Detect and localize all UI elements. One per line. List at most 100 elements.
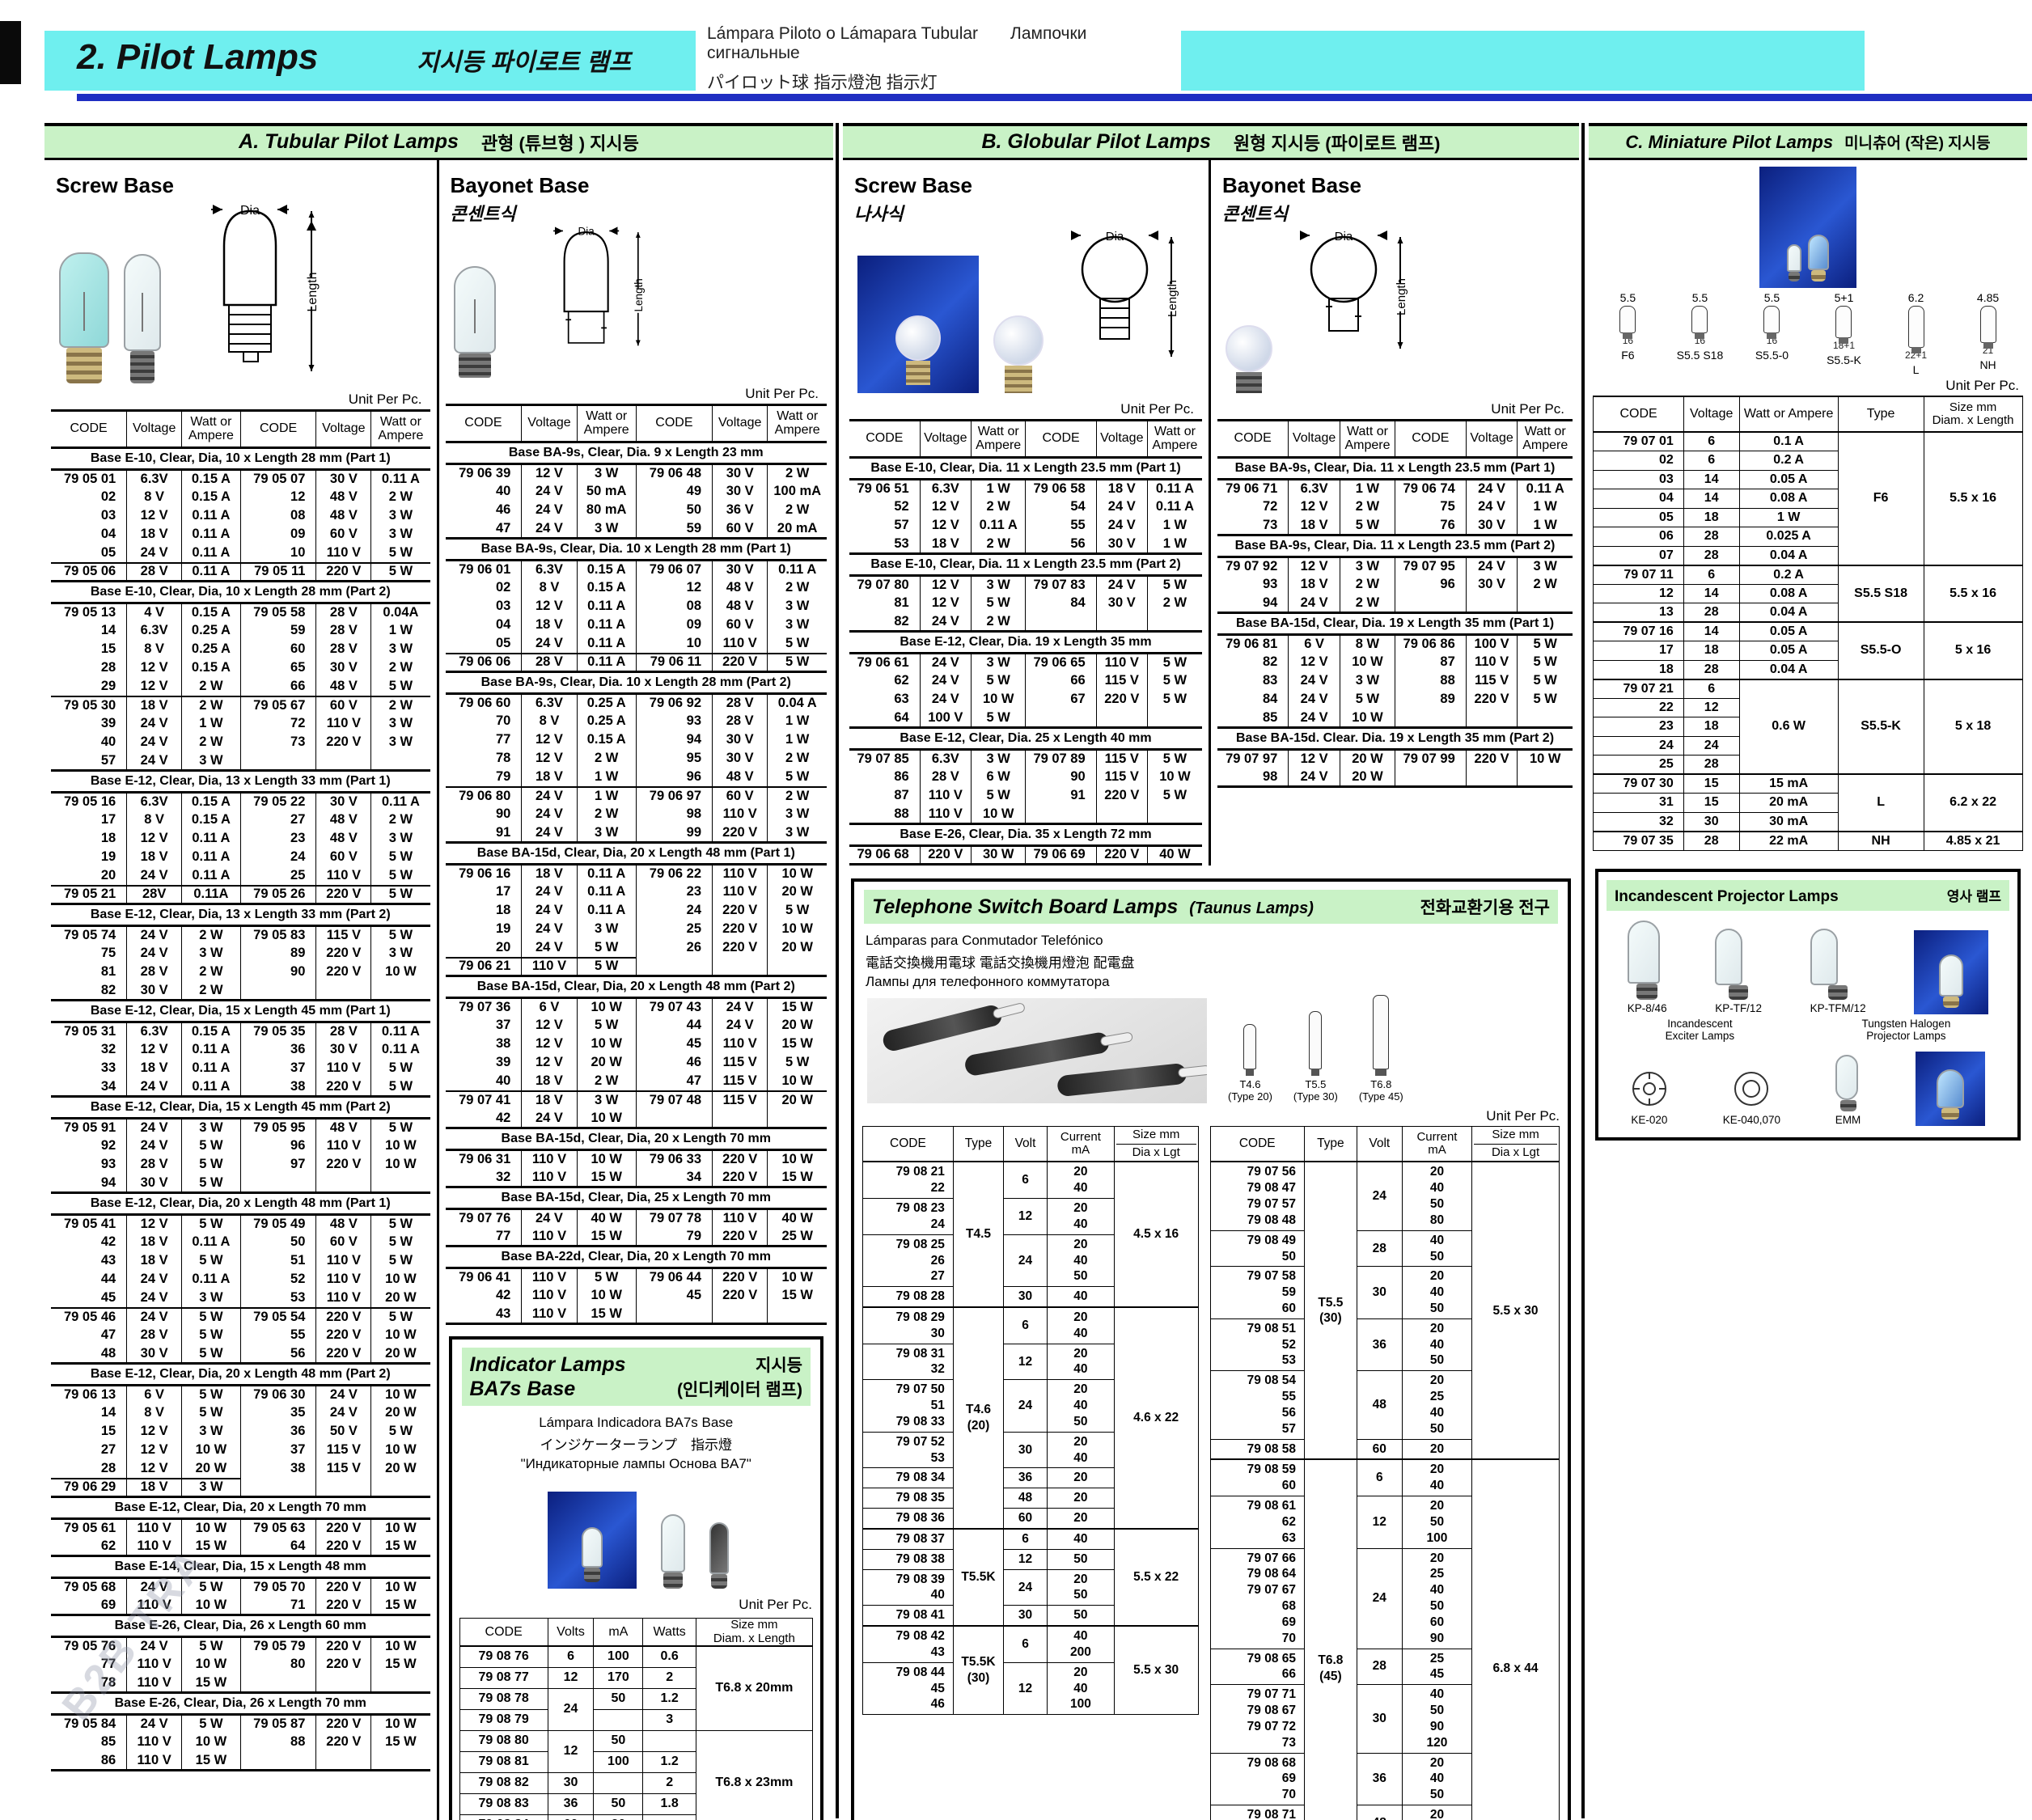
telephone-table-right: CODETypeVoltCurrentmASize mmDia x Lgt79 … — [1210, 1126, 1560, 1820]
voltage-cell: 28 — [1683, 527, 1739, 547]
watt-cell: 5 W — [971, 595, 1026, 613]
column-header: CODE — [1594, 396, 1683, 432]
volts-cell: 60 — [548, 1814, 594, 1820]
table-row: 9430 V5 W — [51, 1175, 430, 1193]
table-row: 0418 V0.11 A0960 V3 W — [446, 616, 828, 635]
voltage-cell: 110 V — [316, 1289, 371, 1308]
code-cell: 79 06 16 — [446, 865, 522, 883]
watt-cell: 0.11 A — [577, 902, 636, 921]
table-row: 79 07 2160.6 WS5.5-K5 x 18 — [1594, 679, 2022, 699]
code-cell: 79 05 74 — [51, 926, 127, 945]
watt-cell: 2 W — [768, 502, 827, 520]
column-header: CODE — [1395, 421, 1466, 458]
column-header: Size mmDia x Lgt — [1472, 1126, 1560, 1162]
voltage-cell: 24 V — [127, 752, 182, 771]
current-cell: 202540506090 — [1402, 1548, 1471, 1649]
section-b-header: B. Globular Pilot Lamps 원형 지시등 (파이로트 램프) — [843, 126, 1579, 160]
code-cell: 91 — [446, 824, 522, 843]
column-header: Watts — [643, 1619, 696, 1647]
column-header: Size mmDiam. x Length — [1924, 396, 2022, 432]
title-spanish: Lámpara Piloto o Lámapara Tubular — [707, 24, 978, 43]
small-bulb — [1808, 235, 1829, 281]
code-cell: 32 — [1594, 812, 1683, 832]
voltage-cell: 30 V — [713, 483, 768, 502]
code-cell: 83 — [1217, 672, 1289, 691]
voltage-cell: 220 V — [316, 1308, 371, 1327]
code-cell: 79 07 92 — [1217, 557, 1289, 576]
page-title-translations: Lámpara Piloto o Lámapara TubularЛампочк… — [696, 18, 1181, 92]
watt-cell: 10 W — [577, 1035, 636, 1054]
watt-cell: 5 W — [371, 1308, 430, 1327]
code-cell: 88 — [1395, 672, 1466, 691]
voltage-cell: 30 V — [127, 1345, 182, 1364]
watt-cell: 0.11 A — [371, 793, 430, 811]
type-cell: T4.5 — [953, 1162, 1003, 1307]
code-cell: 79 06 13 — [51, 1386, 127, 1404]
telephone-table-left: CODETypeVoltCurrentmASize mmDia x Lgt79 … — [862, 1126, 1199, 1715]
voltage-cell: 12 V — [920, 576, 971, 595]
voltage-cell: 24 V — [1289, 672, 1340, 691]
watt-cell: 5 W — [182, 1404, 241, 1423]
telephone-photos: T4.6(Type 20) T5.5(Type 30) T6.8(Type 45… — [854, 992, 1568, 1107]
table-row: 79 06 68220 V30 W79 06 69220 V40 W — [849, 846, 1202, 865]
watt-cell: 20 W — [371, 1404, 430, 1423]
voltage-cell: 30 V — [1466, 576, 1518, 595]
volt-cell: 28 — [1357, 1230, 1402, 1267]
voltage-cell: 220 V — [1096, 691, 1147, 709]
code-cell: 75 — [51, 945, 127, 963]
table-header-row: CODEVoltageWatt or AmpereCODEVoltageWatt… — [446, 405, 828, 442]
code-cell: 79 06 44 — [636, 1268, 712, 1287]
table-row: 7524 V3 W89220 V3 W — [51, 945, 430, 963]
code-cell: 79 07 85 — [849, 750, 920, 768]
table-row: 79 06 606.3V0.25 A79 06 9228 V0.04 A — [446, 694, 828, 713]
watt-cell: 10 W — [371, 1441, 430, 1460]
table-row: 79 06 816 V8 W79 06 86100 V5 W — [1217, 635, 1573, 654]
type-cell: S5.5 S18 — [1838, 565, 1924, 623]
section-b-title: B. Globular Pilot Lamps — [981, 130, 1210, 154]
voltage-cell: 60 V — [316, 526, 371, 544]
type-cell: T6.8(45) — [1305, 1459, 1357, 1820]
watt-cell: 5 W — [371, 1060, 430, 1078]
watt-cell: 0.15 A — [182, 470, 241, 489]
voltage-cell: 115 V — [713, 1054, 768, 1073]
code-cell: 79 07 21 — [1594, 679, 1683, 699]
watt-cell: 0.15 A — [182, 659, 241, 678]
voltage-cell: 110 V — [713, 883, 768, 902]
watt-cell: 10 W — [971, 691, 1026, 709]
watt-cell: 5 W — [768, 902, 827, 921]
watt-cell — [1147, 613, 1202, 632]
code-cell: 49 — [636, 483, 712, 502]
code-cell: 05 — [446, 635, 522, 654]
code-cell: 28 — [51, 1460, 127, 1479]
section-a-header: A. Tubular Pilot Lamps 관형 (튜브형 ) 지시등 — [44, 126, 833, 160]
volts-cell: 36 — [548, 1793, 594, 1814]
watt-cell: 3 W — [371, 734, 430, 752]
volt-cell: 48 — [1004, 1488, 1048, 1509]
current-cell: 204050 — [1047, 1380, 1114, 1432]
watt-cell: 0.11 A — [182, 849, 241, 867]
indicator-subtitle: BA7s Base — [470, 1378, 576, 1401]
svg-text:Length: Length — [1395, 278, 1408, 315]
watt-cell: 0.11 A — [182, 563, 241, 582]
table-row: 79 05 2128V0.11A79 05 26220 V5 W — [51, 886, 430, 904]
voltage-cell: 110 V — [1466, 654, 1518, 672]
table-row: 4024 V50 mA4930 V100 mA — [446, 483, 828, 502]
voltage-cell: 30 V — [316, 659, 371, 678]
table-row: 5712 V0.11 A5524 V1 W — [849, 517, 1202, 535]
indicator-title: Indicator Lamps — [470, 1353, 626, 1377]
code-cell: 27 — [240, 811, 316, 830]
table-row: 79 05 7424 V2 W79 05 83115 V5 W — [51, 926, 430, 945]
table-row: 5212 V2 W5424 V0.11 A — [849, 498, 1202, 517]
projector-lamp-photo-2 — [1916, 1052, 1985, 1126]
current-cell: 204050 — [1402, 1318, 1471, 1370]
base-caption: Base E-12, Clear, Dia, 20 x Length 70 mm — [51, 1497, 430, 1519]
table-row: 79 06 41110 V5 W79 06 44220 V10 W — [446, 1268, 828, 1287]
code-cell: 79 05 63 — [240, 1519, 316, 1538]
table-row: 2024 V0.11 A25110 V5 W — [51, 867, 430, 886]
voltage-cell: 110 V — [522, 1169, 577, 1187]
column-header: Watt or Ampere — [371, 411, 430, 448]
table-row: 5724 V3 W — [51, 752, 430, 771]
voltage-cell: 110 V — [127, 1752, 182, 1771]
code-cell: 79 07 16 — [1594, 622, 1683, 641]
code-cell: 45 — [636, 1287, 712, 1306]
